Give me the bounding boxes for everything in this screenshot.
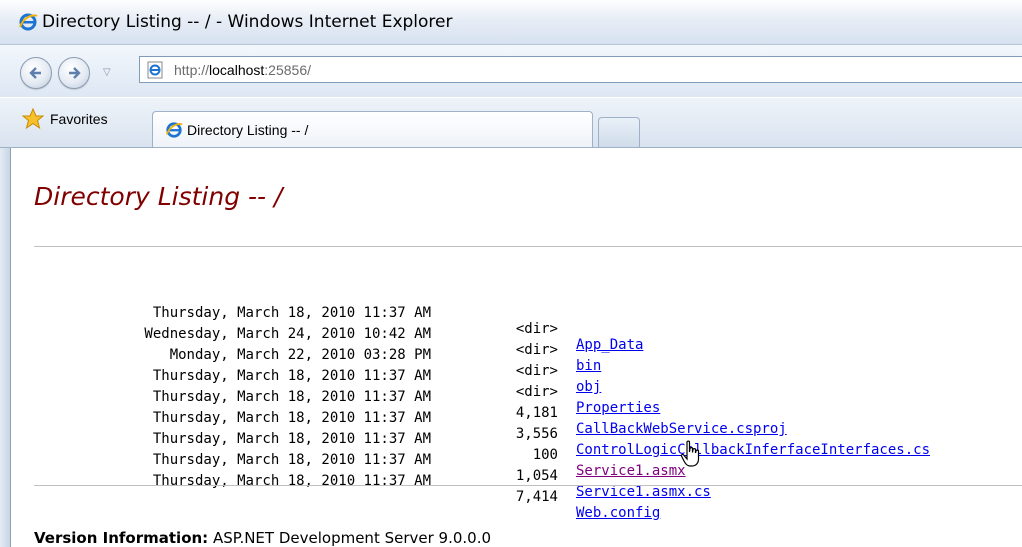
- ie-icon: [18, 12, 38, 36]
- entry-date: Monday, March 22, 2010 03:28 PM: [169, 347, 431, 363]
- version-info: Version Information: ASP.NET Development…: [34, 529, 491, 547]
- entry-link[interactable]: bin: [576, 358, 601, 374]
- tab-directory-listing[interactable]: Directory Listing -- /: [152, 111, 593, 147]
- entry-date: Thursday, March 18, 2010 11:37 AM: [152, 368, 431, 384]
- entry-date: Thursday, March 18, 2010 11:37 AM: [152, 410, 431, 426]
- hand-cursor-icon: [680, 440, 702, 472]
- entry-link[interactable]: Service1.asmx: [576, 463, 686, 479]
- entry-link[interactable]: Properties: [576, 400, 660, 416]
- list-item: Thursday, March 18, 2010 11:37 AM 4,181 …: [11, 373, 787, 437]
- page-content: Directory Listing -- / Thursday, March 1…: [11, 148, 1022, 547]
- entry-link[interactable]: Web.config: [576, 505, 660, 521]
- entry-size: <dir>: [515, 321, 558, 337]
- forward-arrow-icon: [69, 67, 81, 79]
- list-item: Thursday, March 18, 2010 11:37 AM 7,414 …: [11, 457, 660, 521]
- version-text: ASP.NET Development Server 9.0.0.0: [212, 529, 492, 547]
- entry-date: Thursday, March 18, 2010 11:37 AM: [152, 473, 431, 489]
- address-url-scheme: http://: [174, 62, 210, 78]
- entry-size: 3,556: [515, 426, 558, 442]
- address-bar[interactable]: http://localhost:25856/: [139, 56, 1022, 83]
- entry-size: <dir>: [515, 342, 558, 358]
- forward-button[interactable]: [58, 57, 90, 89]
- new-tab-button[interactable]: [598, 117, 640, 147]
- list-item: Wednesday, March 24, 2010 10:42 AM <dir>…: [11, 310, 601, 374]
- page-title: Directory Listing -- /: [34, 182, 283, 211]
- favorites-label: Favorites: [50, 111, 108, 127]
- window-title: Directory Listing -- / - Windows Interne…: [42, 12, 453, 32]
- recent-pages-dropdown-icon[interactable]: ▽: [103, 67, 111, 78]
- tab-label: Directory Listing -- /: [187, 122, 309, 138]
- entry-size: 7,414: [515, 489, 558, 505]
- back-arrow-icon: [29, 67, 41, 79]
- entry-size: 1,054: [515, 468, 558, 484]
- entry-date: Thursday, March 18, 2010 11:37 AM: [152, 452, 431, 468]
- back-button[interactable]: [20, 57, 52, 89]
- entry-date: Wednesday, March 24, 2010 10:42 AM: [144, 326, 431, 342]
- entry-link[interactable]: Service1.asmx.cs: [576, 484, 711, 500]
- entry-date: Thursday, March 18, 2010 11:37 AM: [152, 389, 431, 405]
- divider: [34, 485, 1022, 486]
- list-item: Thursday, March 18, 2010 11:37 AM <dir> …: [11, 352, 660, 416]
- list-item: Thursday, March 18, 2010 11:37 AM <dir> …: [11, 289, 644, 353]
- entry-link[interactable]: App_Data: [576, 337, 643, 353]
- address-url[interactable]: http://localhost:25856/: [174, 62, 311, 78]
- list-item: Monday, March 22, 2010 03:28 PM <dir> ob…: [11, 331, 602, 395]
- list-item: Thursday, March 18, 2010 11:37 AM 1,054 …: [11, 436, 711, 500]
- divider: [34, 246, 1022, 247]
- list-item: Thursday, March 18, 2010 11:37 AM 100 Se…: [11, 415, 686, 479]
- version-label: Version Information:: [34, 529, 209, 547]
- window-frame: [0, 148, 11, 547]
- address-url-host: localhost: [209, 62, 265, 78]
- list-item: Thursday, March 18, 2010 11:37 AM 3,556 …: [11, 394, 930, 458]
- ie-icon: [165, 121, 183, 143]
- favorites-button[interactable]: Favorites: [22, 108, 108, 130]
- title-bar: Directory Listing -- / - Windows Interne…: [0, 0, 1022, 45]
- entry-link[interactable]: CallBackWebService.csproj: [576, 421, 787, 437]
- tab-bar: Favorites Directory Listing -- /: [0, 98, 1022, 148]
- page-icon: [146, 61, 164, 83]
- entry-size: <dir>: [515, 363, 558, 379]
- address-url-port: :25856/: [264, 62, 312, 78]
- star-icon: [22, 108, 44, 130]
- entry-size: 100: [532, 447, 558, 463]
- entry-link[interactable]: ControlLogicCallbackInferfaceInterfaces.…: [576, 442, 930, 458]
- entry-date: Thursday, March 18, 2010 11:37 AM: [152, 431, 431, 447]
- entry-link[interactable]: obj: [576, 379, 601, 395]
- entry-size: 4,181: [515, 405, 558, 421]
- entry-size: <dir>: [515, 384, 558, 400]
- entry-date: Thursday, March 18, 2010 11:37 AM: [152, 305, 431, 321]
